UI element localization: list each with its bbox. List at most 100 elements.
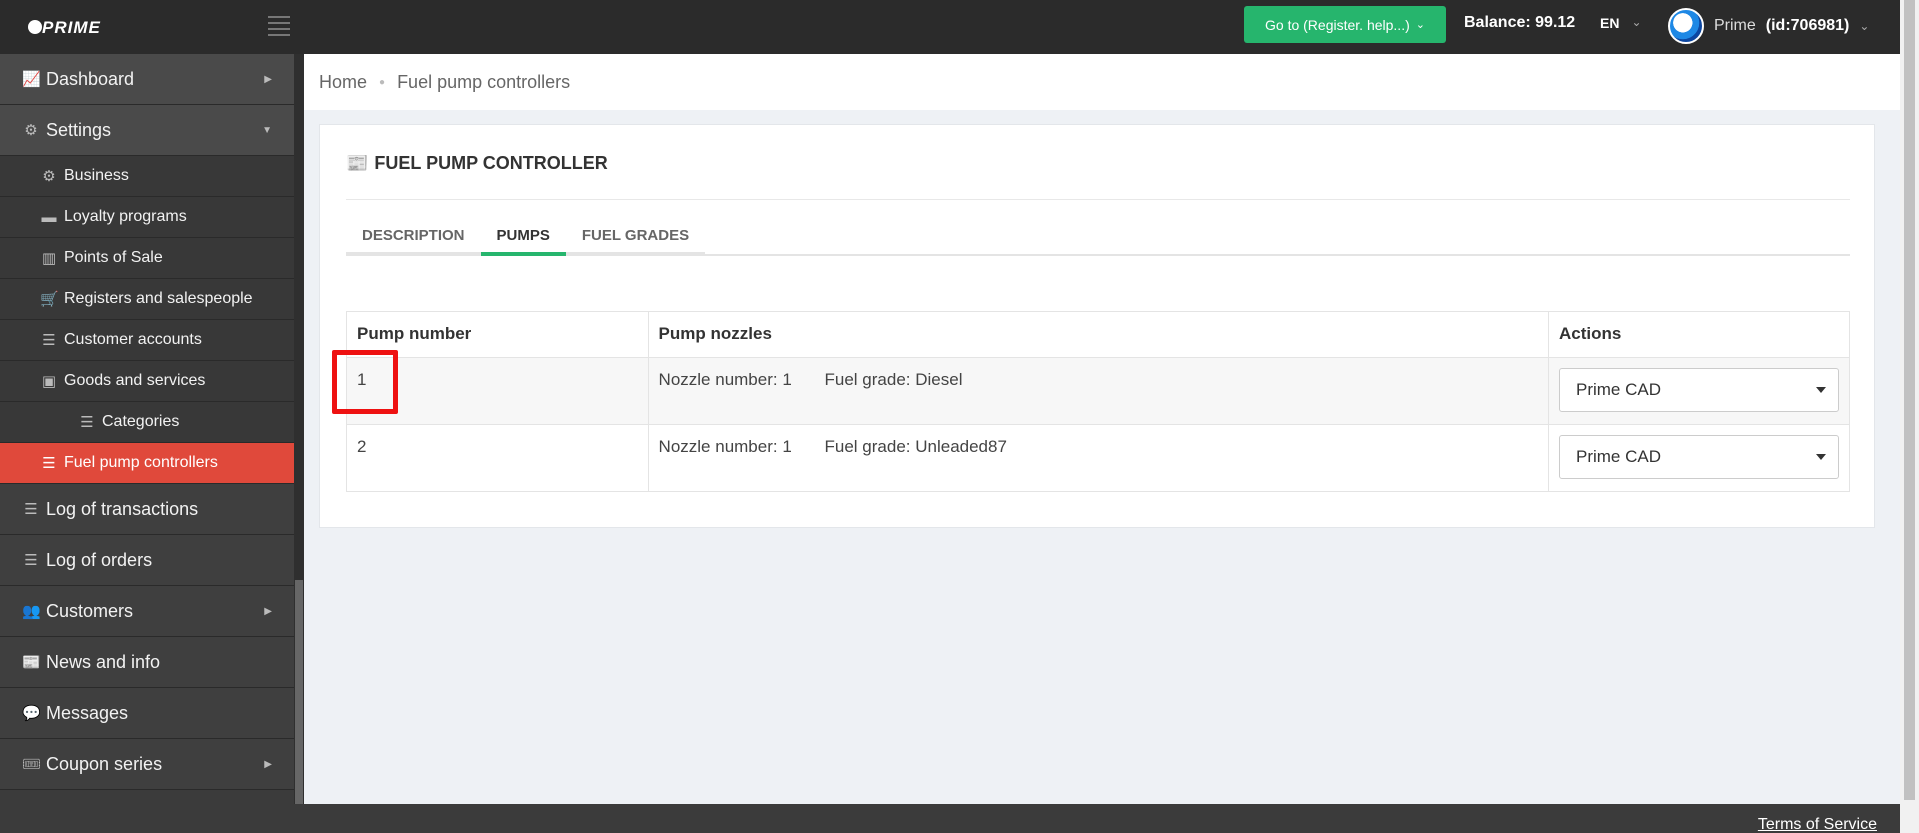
caret-right-icon: ▶ [264, 758, 272, 770]
briefcase-icon: ▬ [41, 208, 57, 226]
caret-down-icon [1815, 387, 1826, 393]
sidebar-item-fuel-pump-controllers[interactable]: ☰ Fuel pump controllers [0, 443, 294, 484]
actions-cell: Prime CAD [1547, 424, 1851, 492]
balance-value: 99.12 [1535, 14, 1576, 31]
ticket-icon: 🎟 [22, 756, 42, 773]
sidebar-item-log-of-orders[interactable]: ☰ Log of orders [0, 535, 294, 586]
hamburger-menu-icon[interactable] [268, 16, 290, 36]
gear-icon: ⚙ [24, 122, 38, 139]
sidebar-item-label: News and info [46, 651, 161, 672]
sidebar-item-label: Registers and salespeople [64, 290, 253, 307]
tab-pumps[interactable]: PUMPS [480, 219, 566, 256]
sidebar-scrollbar-thumb[interactable] [295, 580, 303, 804]
prime-logo[interactable]: PRIME [28, 14, 110, 42]
action-select-value: Prime CAD [1575, 447, 1661, 466]
header-pump-nozzles: Pump nozzles [647, 311, 1549, 358]
action-select-value: Prime CAD [1575, 380, 1661, 399]
page-title-text: FUEL PUMP CONTROLLER [374, 153, 608, 173]
divider [346, 199, 1850, 200]
sidebar-item-log-of-transactions[interactable]: ☰ Log of transactions [0, 484, 294, 535]
user-name: Prime [1714, 17, 1756, 34]
avatar [1668, 8, 1704, 44]
header-actions: Actions [1547, 311, 1851, 358]
sidebar-item-dashboard[interactable]: 📈 Dashboard ▶ [0, 54, 294, 105]
sidebar-scrollbar[interactable] [294, 54, 304, 804]
building-icon: ▥ [41, 250, 57, 267]
caret-right-icon: ▶ [264, 605, 272, 617]
sidebar-item-label: Coupon series [46, 753, 163, 774]
top-bar: PRIME Go to (Register. help...) ⌄ Balanc… [0, 0, 1900, 54]
sidebar-item-label: Business [64, 167, 129, 184]
fuel-grade: Fuel grade: Diesel [824, 370, 963, 389]
sidebar-item-loyalty-programs[interactable]: ▬ Loyalty programs [0, 197, 294, 238]
sidebar-item-goods-and-services[interactable]: ▣ Goods and services [0, 361, 294, 402]
breadcrumb-separator-icon: ● [379, 76, 386, 88]
nozzle-number: Nozzle number: 1 [658, 370, 792, 389]
pump-number-cell[interactable]: 1 [346, 357, 649, 425]
page-scrollbar-thumb[interactable] [1904, 0, 1915, 800]
sidebar-item-label: Customer accounts [64, 331, 202, 348]
sidebar-item-categories[interactable]: ☰ Categories [0, 402, 294, 443]
sidebar-item-news-and-info[interactable]: 📰 News and info [0, 637, 294, 688]
tab-fuel-grades[interactable]: FUEL GRADES [565, 219, 706, 256]
sidebar-item-label: Messages [46, 702, 129, 723]
sidebar-item-settings[interactable]: ⚙ Settings ▼ [0, 105, 294, 156]
list-icon: ☰ [42, 332, 56, 349]
sidebar-item-label: Customers [46, 600, 134, 621]
list-icon: ☰ [42, 455, 56, 472]
sidebar: 📈 Dashboard ▶ ⚙ Settings ▼ ⚙ Business ▬ … [0, 54, 294, 833]
archive-icon: ▣ [41, 373, 57, 390]
table-row: 2 Nozzle number: 1 Fuel grade: Unleaded8… [346, 424, 1851, 492]
sidebar-item-label: Categories [102, 413, 180, 430]
users-icon: 👥 [22, 603, 41, 620]
pump-nozzles-cell: Nozzle number: 1 Fuel grade: Diesel [647, 357, 1549, 425]
sidebar-item-label: Loyalty programs [64, 208, 187, 225]
logo-mark-icon [28, 20, 42, 34]
sidebar-item-coupon-series[interactable]: 🎟 Coupon series ▶ [0, 739, 294, 790]
sidebar-item-label: Points of Sale [64, 249, 163, 266]
list-icon: ☰ [24, 501, 38, 518]
sidebar-item-label: Log of orders [46, 549, 153, 570]
breadcrumb-home-link[interactable]: Home [319, 72, 367, 93]
fuel-pump-controller-card: 📰 FUEL PUMP CONTROLLER DESCRIPTION PUMPS… [319, 124, 1875, 528]
sidebar-item-messages[interactable]: 💬 Messages [0, 688, 294, 739]
pump-nozzles-cell: Nozzle number: 1 Fuel grade: Unleaded87 [647, 424, 1549, 492]
language-code: EN [1600, 15, 1620, 31]
language-selector[interactable]: EN ⌄ [1600, 15, 1642, 31]
caret-down-icon [1815, 454, 1826, 460]
header-pump-number: Pump number [346, 311, 649, 358]
balance-label: Balance: [1464, 14, 1531, 31]
goto-label: Go to (Register. help...) [1265, 16, 1410, 33]
goto-dropdown-button[interactable]: Go to (Register. help...) ⌄ [1244, 6, 1446, 43]
action-select[interactable]: Prime CAD [1558, 368, 1839, 412]
user-menu[interactable]: Prime (id:706981) ⌄ [1668, 6, 1869, 46]
tab-bar: DESCRIPTION PUMPS FUEL GRADES [346, 219, 1850, 256]
chart-line-icon: 📈 [22, 71, 41, 88]
terms-of-service-link[interactable]: Terms of Service [1758, 816, 1877, 833]
sidebar-item-customers[interactable]: 👥 Customers ▶ [0, 586, 294, 637]
newspaper-icon: 📰 [346, 153, 369, 173]
sidebar-item-registers[interactable]: 🛒 Registers and salespeople [0, 279, 294, 320]
action-select[interactable]: Prime CAD [1558, 435, 1839, 479]
logo-text: PRIME [42, 18, 101, 37]
sidebar-item-customer-accounts[interactable]: ☰ Customer accounts [0, 320, 294, 361]
sidebar-item-label: Settings [46, 119, 112, 140]
pump-number-cell[interactable]: 2 [346, 424, 649, 492]
fuel-grade: Fuel grade: Unleaded87 [824, 437, 1007, 456]
gear-icon: ⚙ [42, 168, 56, 185]
sidebar-item-points-of-sale[interactable]: ▥ Points of Sale [0, 238, 294, 279]
page-scrollbar[interactable] [1900, 0, 1919, 833]
footer: Terms of Service [294, 804, 1900, 833]
newspaper-icon: 📰 [22, 654, 41, 671]
chevron-down-icon: ⌄ [1859, 19, 1870, 33]
actions-cell: Prime CAD [1547, 357, 1851, 425]
sidebar-item-business[interactable]: ⚙ Business [0, 156, 294, 197]
chevron-down-icon: ⌄ [1415, 19, 1425, 31]
sidebar-item-label: Fuel pump controllers [64, 454, 218, 471]
list-icon: ☰ [24, 552, 38, 569]
tab-description[interactable]: DESCRIPTION [346, 219, 481, 256]
sidebar-item-label: Log of transactions [46, 498, 199, 519]
caret-down-icon: ▼ [262, 124, 272, 136]
chevron-down-icon: ⌄ [1631, 15, 1642, 29]
nozzle-number: Nozzle number: 1 [658, 437, 792, 456]
